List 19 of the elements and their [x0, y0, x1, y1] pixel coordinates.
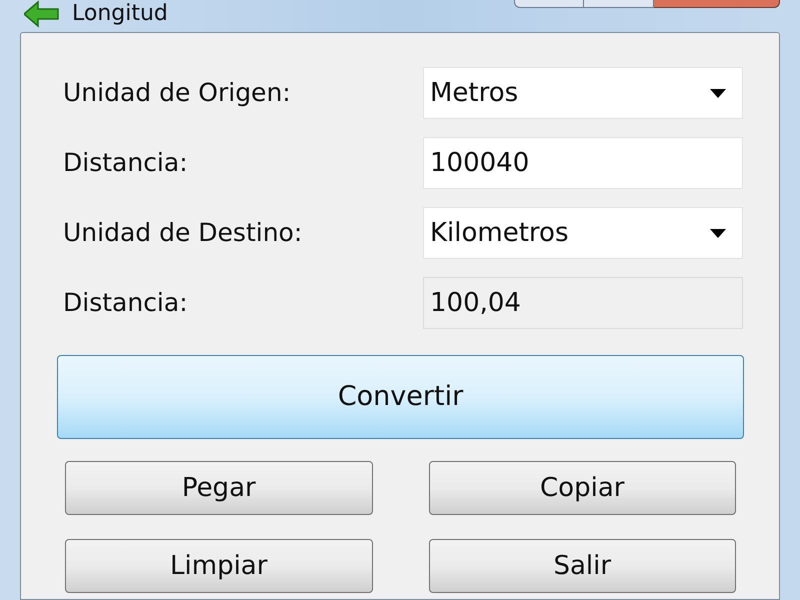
maximize-button[interactable] [584, 0, 654, 8]
field-label: Unidad de Destino: [63, 217, 302, 250]
caret-icon [710, 88, 726, 98]
action-button[interactable]: Copiar [428, 461, 736, 515]
window-title: Longitud [72, 1, 168, 27]
field-label: Distancia: [63, 287, 188, 320]
dropdown[interactable]: Kilometros [423, 207, 743, 259]
result-field: 100,04 [423, 277, 743, 329]
minimize-button[interactable] [514, 0, 584, 8]
convert-button[interactable]: Convertir [57, 355, 744, 439]
caret-icon [710, 228, 726, 238]
field-label: Distancia: [63, 147, 188, 180]
dropdown[interactable]: Metros [423, 67, 743, 119]
action-button[interactable]: Pegar [65, 461, 372, 515]
field-label: Unidad de Origen: [63, 77, 291, 110]
input-field[interactable]: 100040 [423, 137, 743, 189]
action-button[interactable]: Salir [428, 539, 736, 593]
action-button[interactable]: Limpiar [65, 539, 372, 593]
close-button[interactable] [654, 0, 780, 8]
